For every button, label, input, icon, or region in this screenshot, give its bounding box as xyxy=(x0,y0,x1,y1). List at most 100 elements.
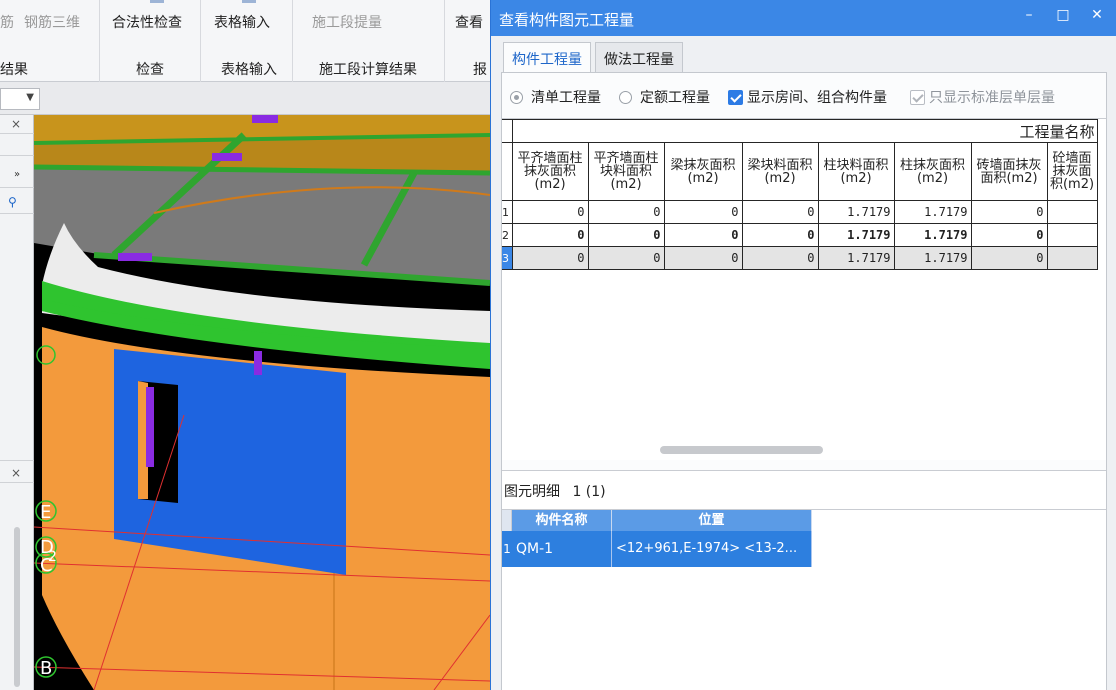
table-cell[interactable]: 0 xyxy=(511,200,589,224)
scrollbar[interactable] xyxy=(14,527,20,687)
column-header[interactable]: 柱抹灰面积(m2) xyxy=(893,142,972,201)
divider xyxy=(0,213,34,214)
ribbon-caption-report: 报 xyxy=(473,62,487,78)
only-standard-layer-checkbox[interactable]: 只显示标准层单层量 xyxy=(910,87,1055,107)
table-row[interactable]: 2 0 0 0 0 1.7179 1.7179 0 xyxy=(502,223,1098,247)
3d-viewport[interactable]: E D C 2 B xyxy=(34,115,490,690)
checkbox-icon xyxy=(728,89,743,105)
column-mark xyxy=(254,351,262,375)
bill-quantity-label: 清单工程量 xyxy=(531,90,601,106)
ribbon-btn-partial[interactable]: 筋 xyxy=(0,12,14,32)
checkbox-icon xyxy=(910,89,925,105)
table-cell[interactable]: 0 xyxy=(970,200,1048,224)
table-cell[interactable]: 1.7179 xyxy=(893,246,972,270)
steel-3d-button[interactable]: 钢筋三维 xyxy=(24,12,80,32)
column-header[interactable]: 砼墙面抹灰面积(m2) xyxy=(1046,142,1098,201)
row-number: 1 xyxy=(502,531,512,567)
table-row[interactable]: 1 0 0 0 0 1.7179 1.7179 0 xyxy=(502,200,1098,224)
show-room-combo-checkbox[interactable]: 显示房间、组合构件量 xyxy=(728,87,887,107)
column-header[interactable]: 平齐墙面柱抹灰面积(m2) xyxy=(511,142,589,201)
table-row-selected[interactable]: 3 0 0 0 0 1.7179 1.7179 0 xyxy=(502,246,1098,270)
chevron-down-icon: ▼ xyxy=(26,92,34,103)
ribbon-group-steel: 筋 钢筋三维 结果 xyxy=(0,0,100,82)
bill-quantity-radio[interactable]: 清单工程量 xyxy=(510,87,601,107)
search-icon[interactable]: ⚲ xyxy=(8,195,17,209)
column-header[interactable]: 构件名称 xyxy=(512,510,612,531)
floor-combo[interactable]: ▼ xyxy=(0,88,40,110)
table-cell[interactable] xyxy=(1046,246,1098,270)
table-input-button[interactable]: 表格输入 xyxy=(214,12,270,32)
view-button[interactable]: 查看 xyxy=(455,12,483,32)
column-header[interactable]: 平齐墙面柱块料面积(m2) xyxy=(587,142,665,201)
table-cell[interactable]: 0 xyxy=(663,246,743,270)
column-cap xyxy=(212,153,242,161)
grid-corner xyxy=(502,510,512,531)
detail-label: 图元明细 1 (1) xyxy=(504,481,606,501)
table-cell[interactable] xyxy=(1046,223,1098,247)
ribbon-caption-results: 结果 xyxy=(0,62,28,78)
radio-icon xyxy=(619,90,632,104)
ribbon-group-table: 表格输入 表格输入 xyxy=(201,0,293,82)
horizontal-scrollbar[interactable] xyxy=(660,446,823,454)
table-cell[interactable]: 0 xyxy=(587,246,665,270)
column-header[interactable]: 砖墙面抹灰面积(m2) xyxy=(970,142,1048,201)
close-icon[interactable]: × xyxy=(11,466,21,480)
close-icon[interactable]: × xyxy=(11,117,21,131)
column-header[interactable]: 位置 xyxy=(612,510,812,531)
section-quantity-button[interactable]: 施工段提量 xyxy=(312,12,382,32)
column-header[interactable]: 柱块料面积(m2) xyxy=(817,142,895,201)
dialog-titlebar[interactable]: 查看构件图元工程量 – □ ✕ xyxy=(491,0,1116,36)
table-cell[interactable] xyxy=(1046,200,1098,224)
detail-panel: 图元明细 1 (1) 构件名称 位置 1 QM-1 <12+961,E-1974… xyxy=(502,470,1106,690)
table-cell[interactable]: 0 xyxy=(587,223,665,247)
column-cap xyxy=(252,115,278,123)
table-cell[interactable]: 1.7179 xyxy=(893,200,972,224)
ribbon-group-section: 施工段提量 施工段计算结果 xyxy=(293,0,445,82)
divider xyxy=(0,460,34,461)
ribbon-caption-check: 检查 xyxy=(136,62,164,78)
table-cell[interactable]: 0 xyxy=(741,246,819,270)
table-cell[interactable]: 0 xyxy=(663,200,743,224)
table-cell[interactable]: 0 xyxy=(970,246,1048,270)
table-cell[interactable]: 0 xyxy=(511,223,589,247)
axis-label-b: B xyxy=(40,658,52,679)
radio-icon xyxy=(510,90,523,104)
component-name-cell[interactable]: QM-1 xyxy=(512,531,612,567)
ribbon-caption-table: 表格输入 xyxy=(221,62,277,78)
detail-title: 图元明细 xyxy=(504,484,560,500)
tab-method-quantity[interactable]: 做法工程量 xyxy=(595,42,683,72)
table-cell[interactable]: 1.7179 xyxy=(817,200,895,224)
grid-corner xyxy=(502,119,513,143)
table-cell[interactable]: 1.7179 xyxy=(817,223,895,247)
table-cell[interactable]: 0 xyxy=(663,223,743,247)
close-button[interactable]: ✕ xyxy=(1085,7,1109,23)
position-cell[interactable]: <12+961,E-1974> <13-2... xyxy=(612,531,812,567)
quota-quantity-radio[interactable]: 定额工程量 xyxy=(619,87,710,107)
table-cell[interactable]: 0 xyxy=(511,246,589,270)
left-dock-panel: × » ⚲ × xyxy=(0,115,34,690)
3d-model-view: E D C 2 B xyxy=(34,115,490,690)
legality-check-button[interactable]: 合法性检查 xyxy=(112,12,182,32)
tab-component-quantity[interactable]: 构件工程量 xyxy=(503,42,591,73)
detail-count: 1 (1) xyxy=(572,484,606,500)
table-cell[interactable]: 0 xyxy=(587,200,665,224)
quantity-grid[interactable]: 工程量名称 平齐墙面柱抹灰面积(m2) 平齐墙面柱块料面积(m2) 梁抹灰面积(… xyxy=(502,118,1106,460)
divider xyxy=(0,133,34,134)
maximize-button[interactable]: □ xyxy=(1051,7,1075,23)
table-cell[interactable]: 0 xyxy=(741,223,819,247)
minimize-button[interactable]: – xyxy=(1017,7,1041,23)
expand-icon[interactable]: » xyxy=(14,169,20,180)
column-header[interactable]: 梁块料面积(m2) xyxy=(741,142,819,201)
ribbon-group-view: 查看 报 xyxy=(445,0,490,82)
table-cell[interactable]: 0 xyxy=(741,200,819,224)
detail-table[interactable]: 构件名称 位置 1 QM-1 <12+961,E-1974> <13-2... xyxy=(502,509,1106,690)
secondary-toolbar: ▼ xyxy=(0,82,490,115)
table-cell[interactable]: 1.7179 xyxy=(893,223,972,247)
column-cap xyxy=(118,253,152,261)
show-room-combo-label: 显示房间、组合构件量 xyxy=(747,90,887,106)
row-number: 2 xyxy=(502,223,513,247)
grid-corner xyxy=(502,142,513,201)
table-cell[interactable]: 0 xyxy=(970,223,1048,247)
table-cell[interactable]: 1.7179 xyxy=(817,246,895,270)
column-header[interactable]: 梁抹灰面积(m2) xyxy=(663,142,743,201)
